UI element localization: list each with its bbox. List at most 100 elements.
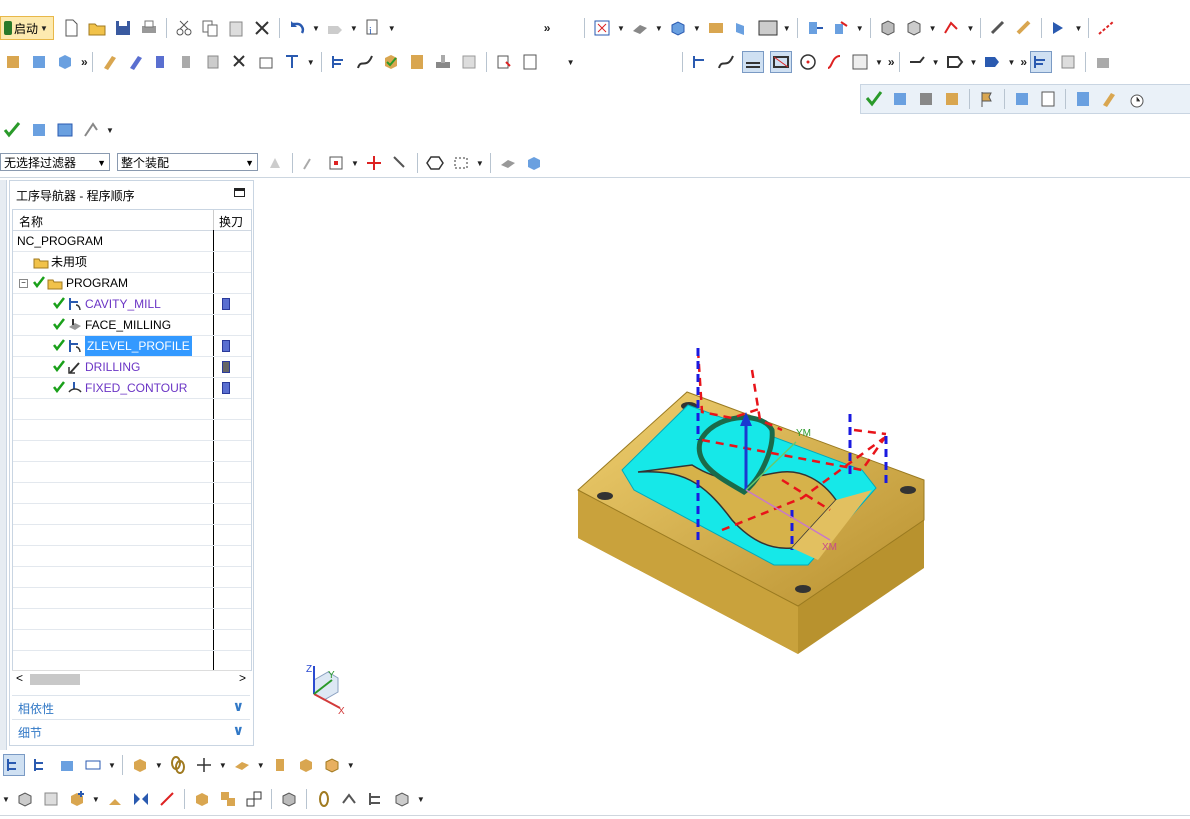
curve-icon[interactable]	[824, 52, 844, 72]
output-cls-icon[interactable]	[520, 52, 540, 72]
paste-object-icon[interactable]	[204, 52, 224, 72]
verify-toolpath-icon[interactable]	[381, 52, 401, 72]
geometry-group-icon[interactable]	[942, 89, 962, 109]
overflow-chevron-icon[interactable]: »	[888, 55, 894, 69]
horizontal-scrollbar[interactable]: < >	[12, 670, 250, 687]
link-icon[interactable]	[168, 755, 188, 775]
region-icon[interactable]	[770, 51, 792, 73]
tree-row-operation[interactable]: FIXED_CONTOUR	[13, 378, 251, 399]
chevron-down-icon[interactable]: ▼	[929, 24, 937, 33]
view-section-icon[interactable]	[732, 18, 752, 38]
selection-filter-select[interactable]: 无选择过滤器 ▼	[0, 153, 110, 171]
tool-group-icon[interactable]	[916, 89, 936, 109]
chevron-down-icon[interactable]: ▼	[219, 761, 227, 770]
scroll-right-button[interactable]: >	[239, 671, 246, 685]
block-icon[interactable]	[296, 755, 316, 775]
create-geometry-icon[interactable]	[55, 52, 75, 72]
box-icon[interactable]	[322, 755, 342, 775]
scrollbar-thumb[interactable]	[30, 674, 80, 685]
constraint-nav-icon[interactable]	[31, 755, 51, 775]
chevron-down-icon[interactable]: ▼	[693, 24, 701, 33]
orient-view-icon[interactable]	[668, 18, 688, 38]
reference-set-icon[interactable]	[366, 789, 386, 809]
fit-view-icon[interactable]	[592, 18, 612, 38]
feed-rate-icon[interactable]	[690, 52, 710, 72]
document-icon[interactable]	[1038, 89, 1058, 109]
assembly-icon[interactable]	[41, 789, 61, 809]
info-icon[interactable]: i	[363, 18, 383, 38]
cut-icon[interactable]	[174, 18, 194, 38]
sketch-curve-icon[interactable]	[942, 18, 962, 38]
analysis-icon[interactable]	[988, 18, 1008, 38]
start-button[interactable]: 启动 ▼	[0, 16, 54, 40]
toolpath-icon[interactable]	[1096, 18, 1116, 38]
section-details[interactable]: 细节 ∨	[12, 719, 250, 742]
background-icon[interactable]	[758, 18, 778, 38]
display-object-icon[interactable]	[256, 52, 276, 72]
arrange-icon[interactable]	[244, 789, 264, 809]
tree-row-operation[interactable]: FACE_MILLING	[13, 315, 251, 336]
overflow-chevron-icon[interactable]: »	[544, 21, 550, 35]
replay-toolpath-icon[interactable]	[355, 52, 375, 72]
assembly-table-icon[interactable]	[29, 120, 49, 140]
undo-icon[interactable]	[287, 18, 307, 38]
column-header-name[interactable]: 名称	[19, 213, 43, 230]
check-icon[interactable]	[3, 120, 23, 140]
chevron-down-icon[interactable]: ▼	[257, 761, 265, 770]
solid-body-icon[interactable]	[524, 153, 544, 173]
part-model[interactable]: YM XM Z Y X	[262, 180, 1190, 750]
rect-select-icon[interactable]	[451, 153, 471, 173]
delete-icon[interactable]	[252, 18, 272, 38]
cut-object-icon[interactable]	[152, 52, 172, 72]
copy-icon[interactable]	[200, 18, 220, 38]
transform-icon[interactable]	[831, 18, 851, 38]
generate-toolpath-icon[interactable]	[329, 52, 349, 72]
section-dependencies[interactable]: 相依性 ∨	[12, 695, 250, 718]
simulate-icon[interactable]	[1049, 18, 1069, 38]
overflow-chevron-icon[interactable]: »	[81, 55, 87, 69]
part-nav-icon[interactable]	[57, 755, 77, 775]
tree-row-program[interactable]: − PROGRAM	[13, 273, 251, 294]
point-snap-icon[interactable]	[300, 153, 320, 173]
tree-row-operation[interactable]: DRILLING	[13, 357, 251, 378]
rest-mill-icon[interactable]	[742, 51, 764, 73]
duplicate-icon[interactable]	[218, 789, 238, 809]
new-file-icon[interactable]	[61, 18, 81, 38]
selection-scope-select[interactable]: 整个装配 ▼	[117, 153, 258, 171]
chevron-down-icon[interactable]: ▼	[106, 126, 114, 135]
chain-link-icon[interactable]	[314, 789, 334, 809]
report-icon[interactable]	[1012, 89, 1032, 109]
flag-icon[interactable]	[977, 89, 997, 109]
chevron-down-icon[interactable]: ▼	[1007, 58, 1015, 67]
measure-icon[interactable]	[1014, 18, 1034, 38]
tree-row-operation-selected[interactable]: ZLEVEL_PROFILE	[13, 336, 251, 357]
select-box-icon[interactable]	[326, 153, 346, 173]
transfer-icon[interactable]	[982, 52, 1002, 72]
fixture-icon[interactable]	[83, 755, 103, 775]
assembly-tree-icon[interactable]	[3, 754, 25, 776]
mirror-icon[interactable]	[131, 789, 151, 809]
chevron-down-icon[interactable]: ▼	[932, 58, 940, 67]
constraint-icon[interactable]	[157, 789, 177, 809]
maximize-icon[interactable]	[234, 188, 245, 197]
postprocess-icon[interactable]	[459, 52, 479, 72]
open-folder-icon[interactable]	[87, 18, 107, 38]
chevron-down-icon[interactable]: ▼	[476, 159, 484, 168]
print-icon[interactable]	[139, 18, 159, 38]
tree-row-operation[interactable]: CAVITY_MILL	[13, 294, 251, 315]
edit-object-icon[interactable]	[100, 52, 120, 72]
engage-icon[interactable]	[907, 52, 927, 72]
attribute-table-icon[interactable]	[55, 120, 75, 140]
add-component-plus-icon[interactable]	[67, 789, 87, 809]
hexagon-icon[interactable]	[425, 153, 445, 173]
graphics-window[interactable]: YM XM Z Y X	[262, 180, 1190, 750]
circle-target-icon[interactable]	[798, 52, 818, 72]
chevron-down-icon[interactable]: ▼	[351, 159, 359, 168]
datum-plane-icon[interactable]	[232, 755, 252, 775]
paste-icon[interactable]	[226, 18, 246, 38]
move-component-icon[interactable]	[805, 18, 825, 38]
create-program-icon[interactable]	[3, 52, 23, 72]
view-triad[interactable]: Z Y X	[306, 664, 345, 717]
scroll-left-button[interactable]: <	[16, 671, 23, 685]
program-group-icon[interactable]	[890, 89, 910, 109]
